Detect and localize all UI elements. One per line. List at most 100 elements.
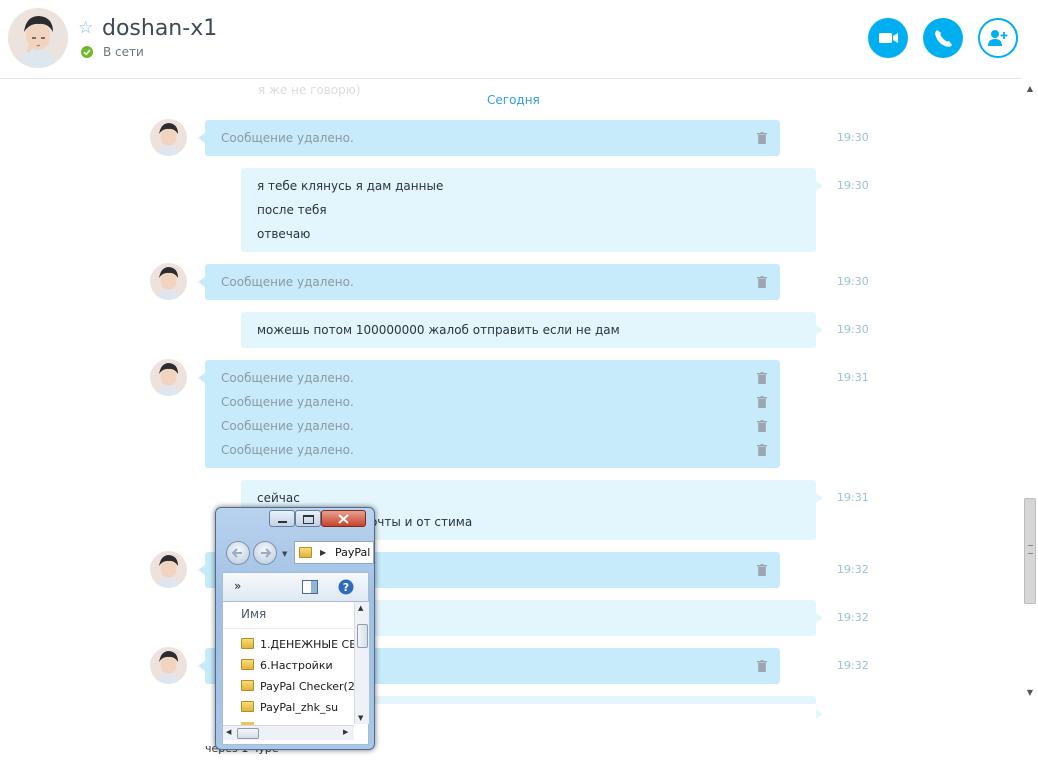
close-button[interactable] xyxy=(321,510,366,527)
video-camera-icon xyxy=(879,33,898,43)
name-column-header[interactable]: Имя xyxy=(241,607,266,621)
folder-name: PayPal Checker(2 xyxy=(260,680,355,693)
address-bar[interactable]: ▶ PayPal xyxy=(294,541,374,564)
trash-icon xyxy=(757,444,767,456)
online-status-icon xyxy=(81,46,93,58)
breadcrumb-arrow-icon: ▶ xyxy=(320,548,327,557)
message-time: 19:30 xyxy=(837,131,869,144)
deleted-message-text: Сообщение удалено. xyxy=(221,371,354,385)
sender-avatar[interactable] xyxy=(150,647,187,684)
grip-icon xyxy=(1028,545,1033,554)
file-list-hscrollbar[interactable]: ◀ ▶ xyxy=(223,725,354,740)
message-time: 19:31 xyxy=(837,491,869,504)
file-explorer-window[interactable]: ▼ ▶ PayPal » ? Имя 1.ДЕНЕЖНЫЕ СЕ 6.Настр… xyxy=(215,507,375,750)
sender-avatar[interactable] xyxy=(150,359,187,396)
scrollbar-thumb[interactable] xyxy=(357,624,368,648)
sender-avatar[interactable] xyxy=(150,551,187,588)
message-line: отвечаю xyxy=(257,227,311,241)
message-time: 19:32 xyxy=(837,611,869,624)
deleted-message-text: Сообщение удалено. xyxy=(221,275,354,289)
sender-avatar[interactable] xyxy=(150,119,187,156)
preview-pane-icon[interactable] xyxy=(302,580,318,594)
minimize-button[interactable] xyxy=(269,510,295,527)
folder-icon xyxy=(241,680,254,691)
message-time: 19:32 xyxy=(837,563,869,576)
forward-arrow-icon xyxy=(261,548,272,558)
scroll-down-arrow-icon[interactable]: ▼ xyxy=(1022,688,1038,698)
date-divider: Сегодня xyxy=(487,93,540,107)
folder-item[interactable]: 6.Настройки xyxy=(241,656,363,676)
message-bubble-outgoing[interactable]: можешь потом 100000000 жалоб отправить е… xyxy=(241,312,823,348)
message-time: 19:30 xyxy=(837,323,869,336)
message-line: я тебе клянусь я дам данные xyxy=(257,179,444,193)
trash-icon xyxy=(757,372,767,384)
chat-scrollbar[interactable]: ▲ ▼ xyxy=(1022,78,1038,704)
more-commands-button[interactable]: » xyxy=(234,579,241,593)
message-time: 19:30 xyxy=(837,179,869,192)
deleted-message-text: Сообщение удалено. xyxy=(221,131,354,145)
trash-icon xyxy=(757,564,767,576)
message-time: 19:32 xyxy=(837,659,869,672)
maximize-button[interactable] xyxy=(295,510,321,527)
scroll-left-arrow-icon[interactable]: ◀ xyxy=(226,728,231,736)
file-list-pane: Имя 1.ДЕНЕЖНЫЕ СЕ 6.Настройки PayPal Che… xyxy=(222,602,369,745)
scroll-up-arrow-icon[interactable]: ▲ xyxy=(358,604,363,612)
deleted-message-text: Сообщение удалено. xyxy=(221,443,354,457)
folder-item[interactable]: PayPal_zhk_su xyxy=(241,698,363,718)
folder-icon xyxy=(241,701,254,712)
video-call-button[interactable] xyxy=(868,18,908,58)
message-line: сейчас xyxy=(257,491,300,505)
phone-icon xyxy=(935,30,952,47)
folder-icon xyxy=(241,659,254,670)
audio-call-button[interactable] xyxy=(923,18,963,58)
message-line: после тебя xyxy=(257,203,327,217)
forward-button[interactable] xyxy=(253,541,277,565)
trash-icon xyxy=(757,132,767,144)
help-icon[interactable]: ? xyxy=(338,579,354,595)
folder-item[interactable]: 1.ДЕНЕЖНЫЕ СЕ xyxy=(241,635,363,655)
faded-previous-message: я же не говорю) xyxy=(258,83,361,97)
status-text: В сети xyxy=(103,45,144,59)
back-button[interactable] xyxy=(226,541,250,565)
message-bubble-incoming[interactable]: Сообщение удалено. xyxy=(198,264,780,300)
minimize-icon xyxy=(278,521,287,523)
header-divider xyxy=(223,628,353,629)
scrollbar-thumb[interactable] xyxy=(1024,498,1036,604)
contact-name: doshan-x1 xyxy=(102,16,218,41)
message-bubble-incoming[interactable]: Сообщение удалено. Сообщение удалено. Со… xyxy=(198,360,780,468)
address-path: PayPal xyxy=(335,546,371,559)
conversation-header: ☆ doshan-x1 В сети xyxy=(0,0,1038,79)
trash-icon xyxy=(757,420,767,432)
folder-icon xyxy=(241,638,254,649)
folder-item[interactable]: PayPal Checker(2 xyxy=(241,677,363,697)
trash-icon xyxy=(757,396,767,408)
trash-icon xyxy=(757,276,767,288)
svg-text:?: ? xyxy=(343,581,349,594)
folder-name: 6.Настройки xyxy=(260,659,333,672)
close-icon xyxy=(338,514,349,524)
trash-icon xyxy=(757,660,767,672)
back-arrow-icon xyxy=(231,548,242,558)
favorite-star-icon[interactable]: ☆ xyxy=(78,18,93,38)
message-time: 19:31 xyxy=(837,371,869,384)
scrollbar-thumb[interactable] xyxy=(237,728,259,739)
add-contact-button[interactable] xyxy=(978,18,1018,58)
scroll-up-arrow-icon[interactable]: ▲ xyxy=(1022,84,1038,94)
message-bubble-incoming[interactable]: Сообщение удалено. xyxy=(198,120,780,156)
sender-avatar[interactable] xyxy=(150,263,187,300)
folder-icon xyxy=(299,547,312,558)
message-bubble-outgoing[interactable]: я тебе клянусь я дам данные после тебя о… xyxy=(241,168,823,252)
history-dropdown-icon[interactable]: ▼ xyxy=(282,550,287,558)
message-time: 19:30 xyxy=(837,275,869,288)
file-list-vscrollbar[interactable]: ▲ ▼ xyxy=(354,602,369,724)
maximize-icon xyxy=(303,515,314,524)
message-line: можешь потом 100000000 жалоб отправить е… xyxy=(257,323,620,337)
scroll-down-arrow-icon[interactable]: ▼ xyxy=(358,714,363,722)
deleted-message-text: Сообщение удалено. xyxy=(221,419,354,433)
scroll-right-arrow-icon[interactable]: ▶ xyxy=(343,728,348,736)
explorer-toolbar: » ? xyxy=(222,572,369,602)
folder-name: 1.ДЕНЕЖНЫЕ СЕ xyxy=(260,638,357,651)
add-person-icon xyxy=(988,30,1008,46)
contact-avatar[interactable] xyxy=(8,8,68,68)
folder-name: PayPal_zhk_su xyxy=(260,701,339,714)
